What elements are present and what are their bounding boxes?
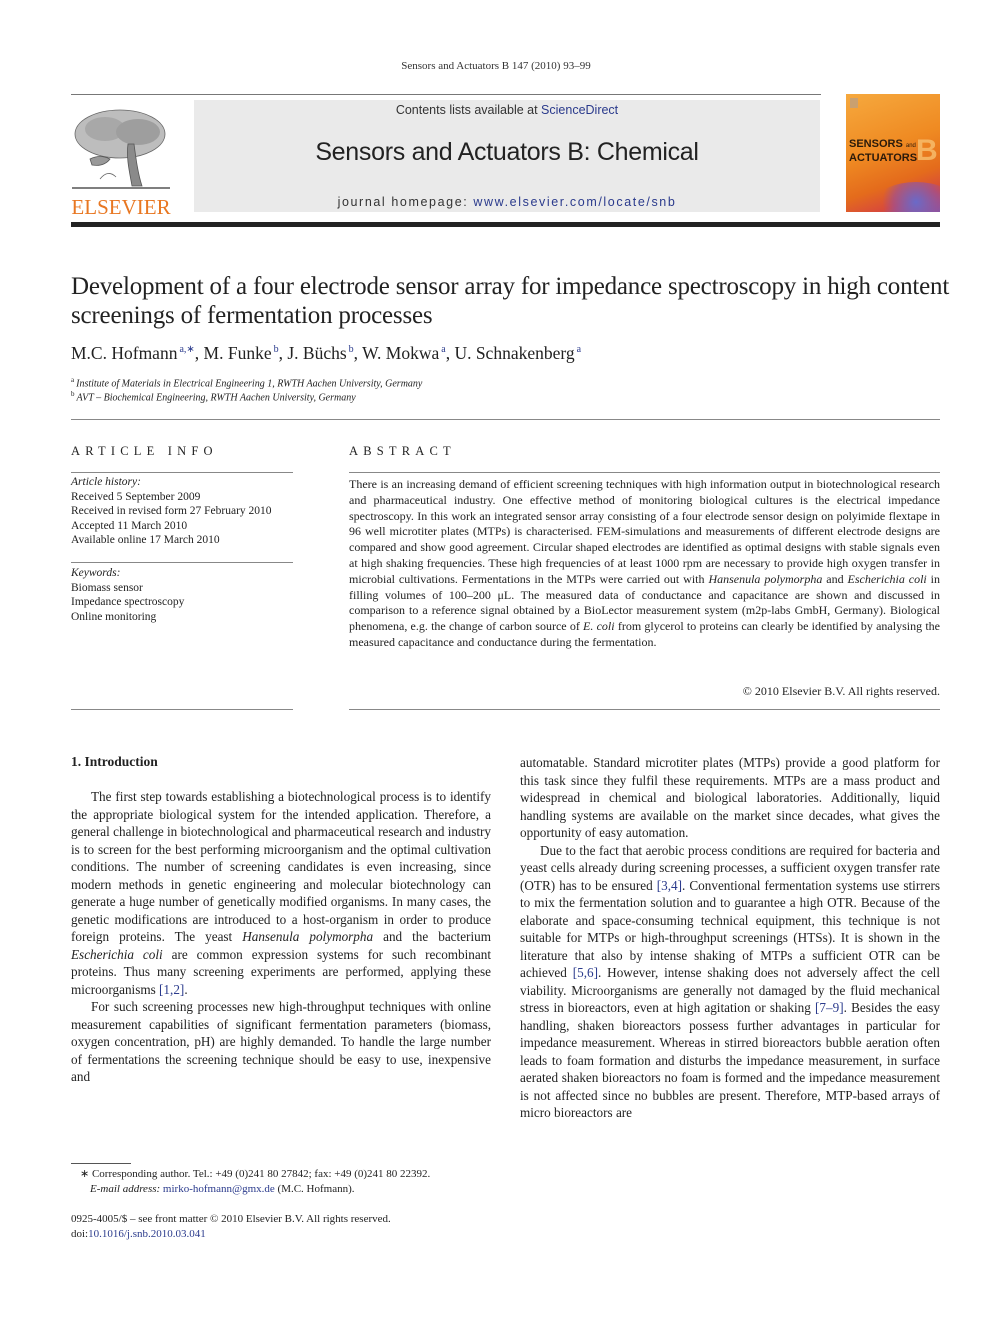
header-rule [71, 222, 940, 227]
cover-artwork [876, 182, 940, 212]
divider [71, 562, 293, 563]
homepage-link[interactable]: www.elsevier.com/locate/snb [473, 195, 676, 209]
affiliation: b AVT – Biochemical Engineering, RWTH Aac… [71, 390, 356, 404]
author[interactable]: M. Funke b, [204, 343, 288, 363]
corresponding-author-footnote: ∗ Corresponding author. Tel.: +49 (0)241… [80, 1168, 431, 1195]
author[interactable]: W. Mokwa a, [362, 343, 454, 363]
email-link[interactable]: mirko-hofmann@gmx.de [163, 1183, 275, 1195]
journal-title: Sensors and Actuators B: Chemical [315, 138, 699, 166]
keywords: Keywords: Biomass sensor Impedance spect… [71, 566, 293, 624]
paragraph: For such screening processes new high-th… [71, 999, 491, 1084]
citation-link[interactable]: [7–9] [815, 1000, 844, 1015]
body-column-right: automatable. Standard microtiter plates … [520, 754, 940, 1122]
paragraph: Due to the fact that aerobic process con… [520, 842, 941, 1121]
cover-line1-small: and [905, 143, 916, 149]
article-title: Development of a four electrode sensor a… [71, 273, 950, 329]
cover-title: SENSORS and ACTUATORS [849, 138, 917, 164]
journal-masthead: Contents lists available at ScienceDirec… [194, 100, 820, 212]
elsevier-logo[interactable]: ELSEVIER [70, 104, 172, 219]
author[interactable]: J. Büchs b, [287, 343, 362, 363]
author-list: M.C. Hofmann a,∗, M. Funke b, J. Büchs b, W… [71, 343, 581, 364]
keyword[interactable]: Biomass sensor [71, 581, 293, 596]
divider [349, 709, 940, 710]
homepage-prefix: journal homepage: [337, 195, 474, 209]
issn-line: 0925-4005/$ – see front matter © 2010 El… [71, 1213, 391, 1225]
article-info-heading: ARTICLE INFO [71, 444, 218, 458]
elsevier-tree-icon [72, 109, 170, 189]
history-item: Available online 17 March 2010 [71, 534, 220, 546]
email-label: E-mail address: [90, 1183, 161, 1195]
keywords-label: Keywords: [71, 567, 121, 579]
history-item: Received in revised form 27 February 201… [71, 505, 272, 517]
divider [71, 472, 293, 473]
abstract-text: There is an increasing demand of efficie… [349, 477, 941, 649]
section-heading-introduction: 1. Introduction [71, 754, 158, 769]
author[interactable]: U. Schnakenberg a [454, 343, 581, 363]
divider [71, 709, 293, 710]
journal-cover-image[interactable]: SENSORS and ACTUATORS B [846, 94, 940, 212]
citation-link[interactable]: [1,2] [159, 982, 184, 997]
contents-prefix: Contents lists available at [395, 103, 542, 117]
cover-letter: B [916, 134, 938, 167]
doi-prefix: doi: [71, 1228, 89, 1240]
abstract-heading: ABSTRACT [349, 444, 456, 458]
footnote-text: Corresponding author. Tel.: +49 (0)241 8… [91, 1168, 431, 1180]
paragraph: The first step towards establishing a bi… [71, 789, 492, 997]
history-label: Article history: [71, 476, 141, 488]
journal-homepage: journal homepage: www.elsevier.com/locat… [194, 195, 820, 209]
contents-line: Contents lists available at ScienceDirec… [194, 103, 820, 117]
footnote-marker: ∗ [80, 1168, 90, 1180]
running-head: Sensors and Actuators B 147 (2010) 93–99 [401, 60, 591, 72]
front-matter: 0925-4005/$ – see front matter © 2010 El… [71, 1212, 491, 1242]
paragraph: automatable. Standard microtiter plates … [520, 755, 940, 840]
affiliation: a Institute of Materials in Electrical En… [71, 376, 423, 390]
citation-link[interactable]: [5,6] [573, 965, 598, 980]
divider [349, 472, 940, 473]
cover-line1: SENSORS [849, 138, 903, 150]
cover-publisher-icon [850, 98, 858, 108]
elsevier-wordmark: ELSEVIER [71, 195, 171, 219]
sciencedirect-link[interactable]: ScienceDirect [541, 103, 618, 117]
keyword[interactable]: Impedance spectroscopy [71, 595, 293, 610]
body-column-left: The first step towards establishing a bi… [71, 788, 491, 1086]
footnote-rule [71, 1163, 131, 1164]
abstract-copyright: © 2010 Elsevier B.V. All rights reserved… [742, 684, 940, 698]
divider [71, 419, 940, 420]
history-item: Accepted 11 March 2010 [71, 519, 188, 532]
top-rule [71, 94, 821, 95]
doi-link[interactable]: 10.1016/j.snb.2010.03.041 [88, 1228, 206, 1240]
keyword[interactable]: Online monitoring [71, 610, 293, 625]
article-history: Article history: Received 5 September 20… [71, 475, 293, 548]
author[interactable]: M.C. Hofmann a,∗, [71, 343, 204, 363]
citation-link[interactable]: [3,4] [657, 878, 682, 893]
history-item: Received 5 September 2009 [71, 490, 201, 503]
cover-line2: ACTUATORS [849, 152, 918, 164]
